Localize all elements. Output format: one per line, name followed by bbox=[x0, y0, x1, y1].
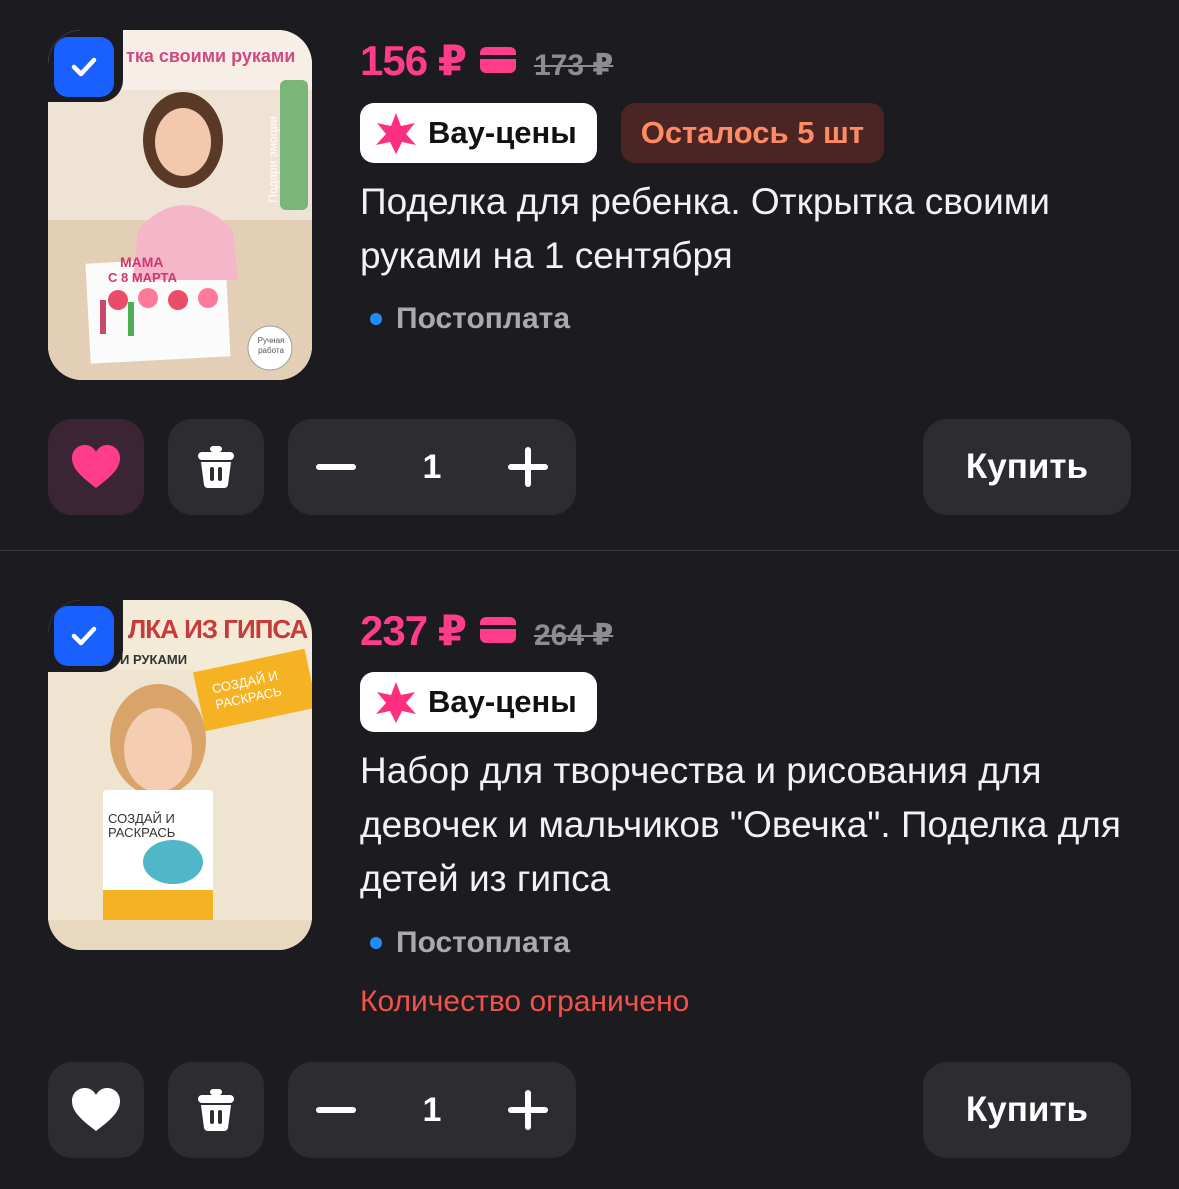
price-row: 237 ₽ 264 ₽ bbox=[360, 606, 613, 655]
delete-button[interactable] bbox=[168, 1062, 264, 1158]
minus-icon bbox=[316, 464, 356, 470]
delete-button[interactable] bbox=[168, 419, 264, 515]
old-price: 264 ₽ bbox=[533, 619, 614, 652]
minus-icon bbox=[316, 1107, 356, 1113]
heart-filled-icon bbox=[72, 445, 120, 488]
quantity-value: 1 bbox=[422, 1091, 442, 1129]
increase-button[interactable] bbox=[498, 1080, 558, 1140]
star-burst-icon bbox=[376, 113, 416, 154]
limited-stock-notice: Количество ограничено bbox=[360, 985, 690, 1018]
plus-icon bbox=[508, 447, 548, 487]
like-button[interactable] bbox=[48, 1062, 144, 1158]
image-top-text: ЛКА ИЗ ГИПСА bbox=[128, 614, 308, 644]
payment-label: Постоплата bbox=[396, 302, 571, 335]
image-top-text: тка своими руками bbox=[126, 46, 296, 66]
product-title[interactable]: Набор для творчества и рисования для дев… bbox=[360, 744, 1140, 906]
price-row: 156 ₽ 173 ₽ bbox=[360, 36, 613, 85]
stock-badge: Осталось 5 шт bbox=[620, 103, 885, 163]
decrease-button[interactable] bbox=[306, 437, 366, 497]
select-checkbox[interactable] bbox=[54, 37, 114, 97]
checkmark-icon bbox=[71, 626, 97, 646]
item-actions: 1 Купить bbox=[48, 419, 1131, 515]
heart-outline-icon bbox=[72, 1088, 120, 1131]
payment-label: Постоплата bbox=[396, 926, 571, 959]
decrease-button[interactable] bbox=[306, 1080, 366, 1140]
star-burst-icon bbox=[376, 682, 416, 723]
checkmark-icon bbox=[71, 57, 97, 77]
increase-button[interactable] bbox=[498, 437, 558, 497]
buy-button[interactable]: Купить bbox=[923, 1062, 1131, 1158]
wow-price-label: Вау-цены bbox=[428, 684, 577, 719]
select-checkbox[interactable] bbox=[54, 606, 114, 666]
cart-item: тка своими руками МАМА С 8 МАРТА Подари … bbox=[0, 0, 1179, 550]
quantity-stepper: 1 bbox=[288, 1062, 576, 1158]
trash-icon bbox=[198, 446, 234, 488]
dot-icon bbox=[370, 937, 382, 949]
payment-method: Постоплата bbox=[370, 926, 570, 960]
plus-icon bbox=[508, 1090, 548, 1130]
product-title[interactable]: Поделка для ребенка. Открытка своими рук… bbox=[360, 175, 1140, 283]
image-side-text: Подари эмоции bbox=[266, 116, 280, 203]
trash-icon bbox=[198, 1089, 234, 1131]
payment-method: Постоплата bbox=[370, 302, 570, 336]
image-card-line1: МАМА bbox=[120, 254, 164, 270]
badges: Вау-цены bbox=[360, 672, 597, 732]
image-sub-text: И РУКАМИ bbox=[120, 652, 188, 667]
image-card-line2: С 8 МАРТА bbox=[108, 270, 178, 285]
image-box-text: СОЗДАЙ И РАСКРАСЬ bbox=[108, 811, 176, 840]
badges: Вау-цены Осталось 5 шт bbox=[360, 103, 885, 163]
dot-icon bbox=[370, 313, 382, 325]
item-actions: 1 Купить bbox=[48, 1062, 1131, 1158]
current-price: 237 ₽ bbox=[360, 607, 467, 654]
card-icon bbox=[479, 617, 516, 643]
wow-price-label: Вау-цены bbox=[428, 115, 577, 150]
cart-item: ЛКА ИЗ ГИПСА И РУКАМИ СОЗДАЙ И РАСКРАСЬ … bbox=[0, 551, 1179, 1189]
buy-button[interactable]: Купить bbox=[923, 419, 1131, 515]
card-icon bbox=[479, 47, 516, 73]
old-price: 173 ₽ bbox=[533, 49, 614, 82]
wow-price-badge: Вау-цены bbox=[360, 672, 597, 732]
quantity-value: 1 bbox=[422, 448, 442, 486]
wow-price-badge: Вау-цены bbox=[360, 103, 597, 163]
image-stamp-text: Ручная работа bbox=[257, 336, 285, 355]
like-button[interactable] bbox=[48, 419, 144, 515]
current-price: 156 ₽ bbox=[360, 37, 467, 84]
quantity-stepper: 1 bbox=[288, 419, 576, 515]
